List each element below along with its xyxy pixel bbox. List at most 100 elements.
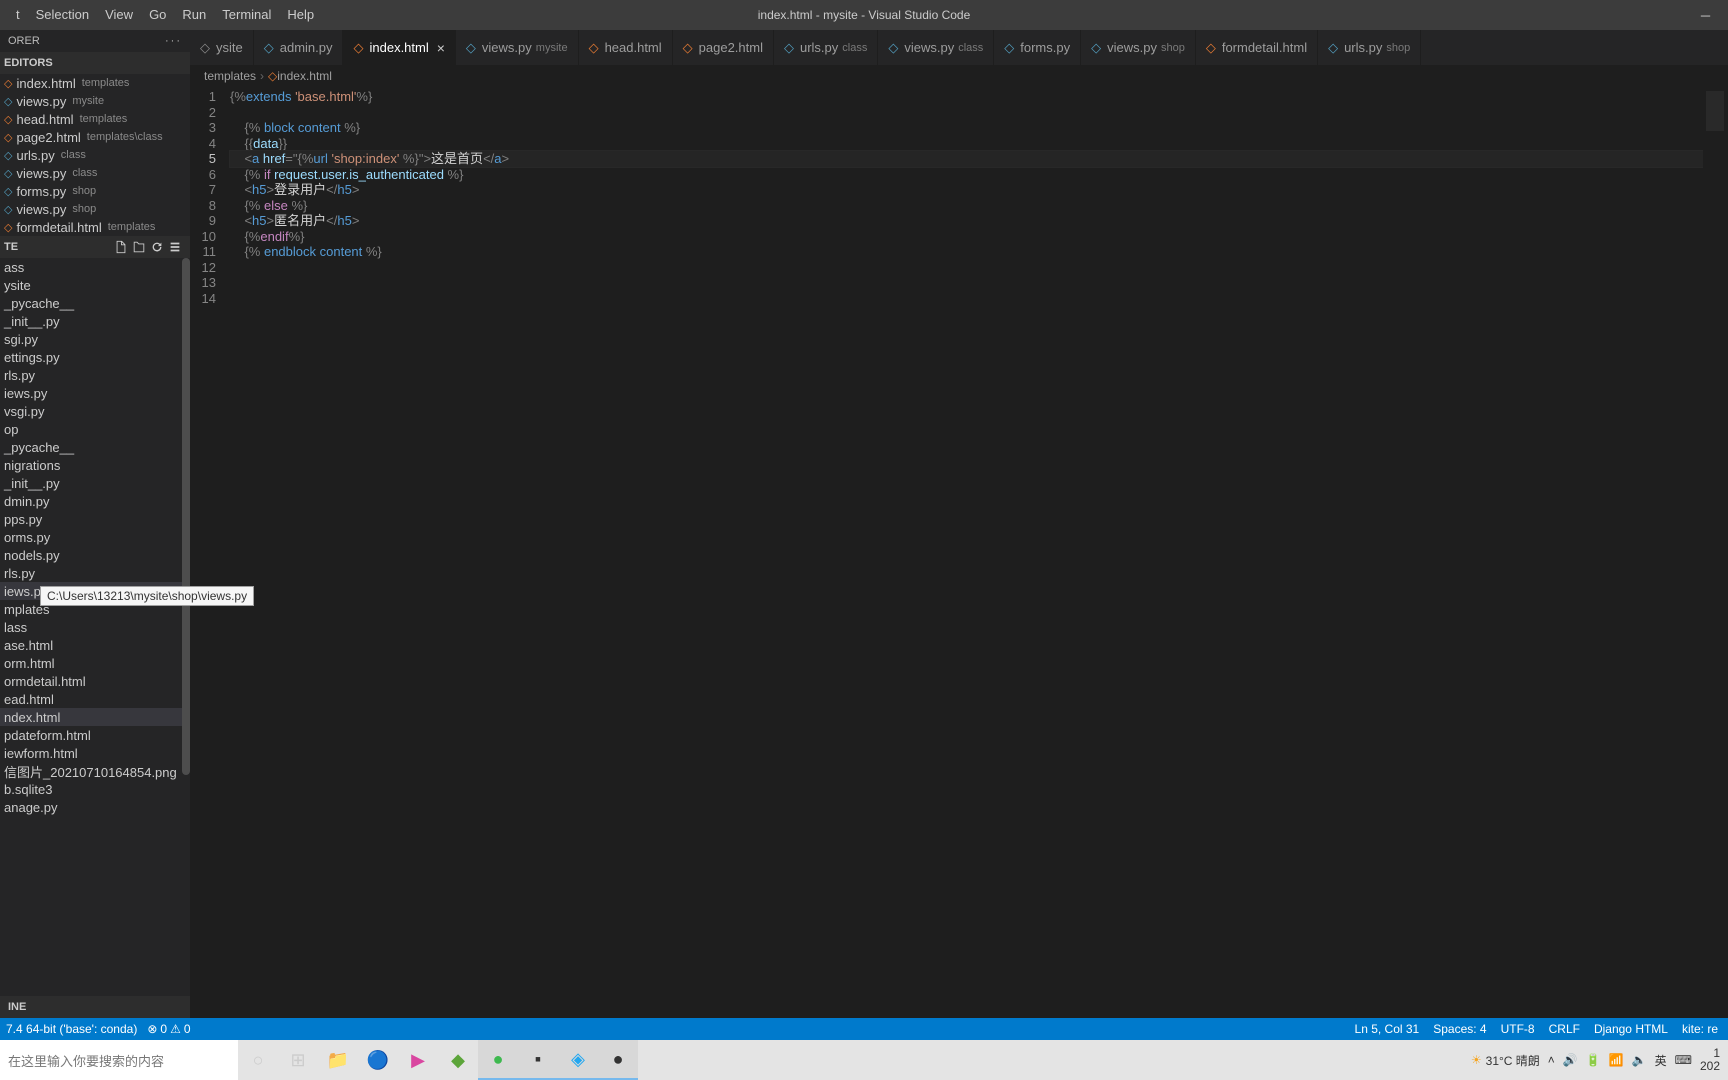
tab-forms-py[interactable]: ◇forms.py: [994, 30, 1081, 65]
tab-ysite[interactable]: ◇ysite: [190, 30, 254, 65]
file-tree-item[interactable]: ettings.py: [0, 348, 190, 366]
indentation[interactable]: Spaces: 4: [1433, 1022, 1486, 1036]
encoding[interactable]: UTF-8: [1501, 1022, 1535, 1036]
file-tree-item[interactable]: vsgi.py: [0, 402, 190, 420]
file-tree-item[interactable]: _pycache__: [0, 438, 190, 456]
file-tree-item[interactable]: nigrations: [0, 456, 190, 474]
outline-header[interactable]: INE: [0, 996, 190, 1018]
tray-battery-icon[interactable]: 🔋: [1586, 1053, 1601, 1067]
cursor-position[interactable]: Ln 5, Col 31: [1355, 1022, 1420, 1036]
workspace-header[interactable]: TE: [0, 236, 190, 258]
file-tree-item[interactable]: nodels.py: [0, 546, 190, 564]
open-editor-item[interactable]: ◇urls.pyclass: [0, 146, 190, 164]
refresh-icon[interactable]: [150, 240, 164, 254]
file-tree-item[interactable]: iewform.html: [0, 744, 190, 762]
file-tree-item[interactable]: pdateform.html: [0, 726, 190, 744]
tab-head-html[interactable]: ◇head.html: [579, 30, 673, 65]
open-editor-item[interactable]: ◇views.pymysite: [0, 92, 190, 110]
code-content[interactable]: {%extends 'base.html'%} {% block content…: [230, 87, 1728, 1018]
vscode-icon[interactable]: ◈: [558, 1040, 598, 1080]
eol[interactable]: CRLF: [1549, 1022, 1580, 1036]
tab-page2-html[interactable]: ◇page2.html: [673, 30, 774, 65]
python-interpreter[interactable]: 7.4 64-bit ('base': conda): [6, 1022, 137, 1036]
file-tree-item[interactable]: orm.html: [0, 654, 190, 672]
file-tree-item[interactable]: _pycache__: [0, 294, 190, 312]
pycharm-icon[interactable]: ◆: [438, 1040, 478, 1080]
code-editor[interactable]: 1234567891011121314 {%extends 'base.html…: [190, 87, 1728, 1018]
open-editor-item[interactable]: ◇head.htmltemplates: [0, 110, 190, 128]
tray-volume-icon[interactable]: 🔈: [1632, 1053, 1647, 1067]
obs-icon[interactable]: ●: [598, 1040, 638, 1080]
menu-selection[interactable]: Selection: [28, 0, 97, 30]
tab-views-py[interactable]: ◇views.pyshop: [1081, 30, 1196, 65]
file-tree-item[interactable]: iews.py: [0, 384, 190, 402]
file-tree-item[interactable]: 信图片_20210710164854.png: [0, 762, 190, 780]
file-tree-item[interactable]: ead.html: [0, 690, 190, 708]
terminal-icon[interactable]: ▪: [518, 1040, 558, 1080]
file-tree-item[interactable]: _init__.py: [0, 474, 190, 492]
file-explorer-icon[interactable]: 📁: [318, 1040, 358, 1080]
file-tree-item[interactable]: rls.py: [0, 564, 190, 582]
language-mode[interactable]: Django HTML: [1594, 1022, 1668, 1036]
task-view-icon[interactable]: ⊞: [278, 1040, 318, 1080]
close-icon[interactable]: ×: [437, 40, 445, 56]
file-tree-item[interactable]: rls.py: [0, 366, 190, 384]
new-file-icon[interactable]: [114, 240, 128, 254]
tab-urls-py[interactable]: ◇urls.pyshop: [1318, 30, 1421, 65]
file-tree-item[interactable]: b.sqlite3: [0, 780, 190, 798]
tray-app-icon[interactable]: 🔊: [1563, 1053, 1578, 1067]
breadcrumb-segment[interactable]: index.html: [277, 69, 332, 83]
ime-indicator[interactable]: 英: [1655, 1052, 1667, 1069]
file-tree-item[interactable]: _init__.py: [0, 312, 190, 330]
wechat-icon[interactable]: ●: [478, 1040, 518, 1080]
file-tree-item[interactable]: anage.py: [0, 798, 190, 816]
windows-search[interactable]: 在这里输入你要搜索的内容: [0, 1040, 238, 1080]
clock[interactable]: 1 202: [1700, 1047, 1720, 1073]
menu-go[interactable]: Go: [141, 0, 174, 30]
file-tree-item[interactable]: dmin.py: [0, 492, 190, 510]
file-tree-item[interactable]: lass: [0, 618, 190, 636]
collapse-icon[interactable]: [168, 240, 182, 254]
open-editor-item[interactable]: ◇forms.pyshop: [0, 182, 190, 200]
file-tree-item[interactable]: op: [0, 420, 190, 438]
tab-views-py[interactable]: ◇views.pymysite: [456, 30, 579, 65]
breadcrumb-segment[interactable]: templates: [204, 69, 256, 83]
file-tree-item[interactable]: orms.py: [0, 528, 190, 546]
breadcrumb[interactable]: templates›◇ index.html: [190, 65, 1728, 87]
tab-index-html[interactable]: ◇index.html×: [343, 30, 455, 65]
tab-urls-py[interactable]: ◇urls.pyclass: [774, 30, 878, 65]
open-editor-item[interactable]: ◇index.htmltemplates: [0, 74, 190, 92]
problems-indicator[interactable]: ⊗0 ⚠0: [147, 1022, 190, 1036]
more-icon[interactable]: ···: [165, 35, 182, 47]
file-tree-item[interactable]: ass: [0, 258, 190, 276]
file-tree-item[interactable]: ormdetail.html: [0, 672, 190, 690]
open-editor-item[interactable]: ◇views.pyclass: [0, 164, 190, 182]
file-tree-item[interactable]: ase.html: [0, 636, 190, 654]
open-editors-header[interactable]: EDITORS: [0, 52, 190, 74]
file-tree-item[interactable]: sgi.py: [0, 330, 190, 348]
weather-widget[interactable]: ☀31°C 晴朗: [1471, 1052, 1540, 1069]
file-tree-item[interactable]: ndex.html: [0, 708, 190, 726]
new-folder-icon[interactable]: [132, 240, 146, 254]
kite-status[interactable]: kite: re: [1682, 1022, 1718, 1036]
minimize-button[interactable]: ─: [1683, 0, 1728, 30]
tab-admin-py[interactable]: ◇admin.py: [254, 30, 344, 65]
sidebar-scrollbar[interactable]: [182, 258, 190, 775]
menu-view[interactable]: View: [97, 0, 141, 30]
tab-views-py[interactable]: ◇views.pyclass: [878, 30, 994, 65]
tab-formdetail-html[interactable]: ◇formdetail.html: [1196, 30, 1318, 65]
app-icon[interactable]: ▶: [398, 1040, 438, 1080]
file-tree-item[interactable]: pps.py: [0, 510, 190, 528]
cortana-icon[interactable]: ○: [238, 1040, 278, 1080]
file-tree-item[interactable]: ysite: [0, 276, 190, 294]
keyboard-icon[interactable]: ⌨: [1675, 1053, 1692, 1067]
minimap[interactable]: [1703, 87, 1728, 1018]
open-editor-item[interactable]: ◇formdetail.htmltemplates: [0, 218, 190, 236]
open-editor-item[interactable]: ◇page2.htmltemplates\class: [0, 128, 190, 146]
menu-run[interactable]: Run: [174, 0, 214, 30]
tray-wifi-icon[interactable]: 📶: [1609, 1053, 1624, 1067]
chrome-icon[interactable]: 🔵: [358, 1040, 398, 1080]
menu-t[interactable]: t: [8, 0, 28, 30]
menu-terminal[interactable]: Terminal: [214, 0, 279, 30]
tray-chevron-icon[interactable]: ˄: [1548, 1053, 1555, 1067]
